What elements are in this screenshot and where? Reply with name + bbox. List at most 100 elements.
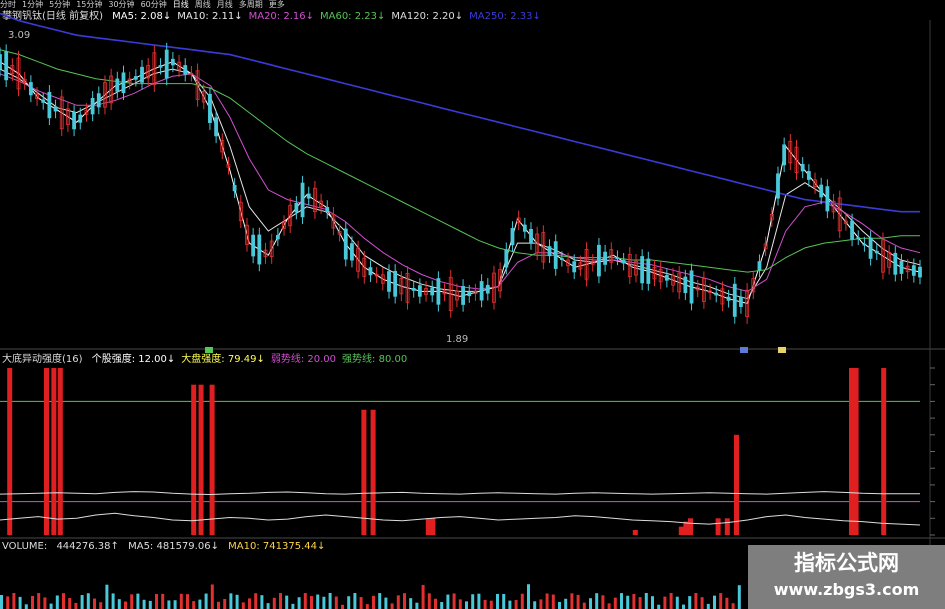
volume-bar	[372, 595, 375, 609]
candle-body	[140, 66, 144, 83]
candle-body	[911, 265, 916, 276]
candle-body	[862, 243, 867, 246]
candle-body	[868, 237, 873, 259]
signal-bar	[683, 521, 689, 535]
watermark-url: www.zbgs3.com	[773, 580, 920, 599]
ma-line-ma20	[0, 73, 921, 292]
candle-body	[170, 58, 175, 66]
candle-body	[553, 241, 558, 269]
ma-line-ma250	[0, 12, 920, 213]
volume-bar	[669, 593, 673, 609]
volume-bar	[365, 604, 369, 609]
volume-bar	[378, 593, 382, 609]
candle-body	[183, 65, 188, 75]
candle-body	[893, 252, 898, 275]
candle-body	[856, 237, 861, 240]
candle-body	[306, 193, 311, 199]
volume-bar	[632, 594, 636, 609]
volume-bar	[74, 602, 78, 609]
candle-body	[850, 220, 854, 240]
candle-body	[510, 228, 515, 246]
volume-bar	[322, 596, 326, 609]
volume-bar	[533, 601, 537, 609]
volume-bar	[601, 595, 605, 609]
signal-bar	[853, 368, 859, 535]
candle-body	[115, 78, 120, 92]
signal-bar	[191, 384, 197, 535]
volume-bar	[353, 593, 357, 609]
volume-bar	[223, 598, 227, 609]
volume-bar	[675, 596, 679, 609]
candle-body	[0, 54, 2, 70]
candle-body	[479, 281, 484, 301]
candle-body	[96, 93, 101, 108]
candle-body	[325, 207, 330, 212]
candle-body	[251, 234, 256, 257]
volume-bar	[161, 593, 165, 609]
candle-body	[158, 65, 163, 68]
volume-bar	[520, 593, 524, 609]
volume-bar	[198, 599, 202, 609]
candle-body	[393, 270, 398, 297]
volume-bar	[99, 602, 103, 609]
candle-body	[121, 72, 126, 94]
volume-bar	[576, 594, 580, 609]
volume-bar	[390, 603, 394, 609]
volume-bar	[415, 602, 419, 609]
volume-bar	[706, 603, 710, 609]
candle-body	[806, 171, 811, 180]
volume-bar	[489, 600, 493, 609]
volume-bar	[657, 604, 661, 609]
candle-body	[732, 283, 737, 317]
candle-body	[559, 258, 564, 260]
volume-bar	[93, 598, 96, 609]
candle-body	[300, 182, 305, 218]
candle-body	[350, 243, 354, 261]
ma-line-ma60	[0, 49, 920, 273]
volume-bar	[607, 603, 611, 609]
volume-bar	[142, 599, 146, 609]
signal-marker	[778, 347, 786, 353]
volume-bar	[700, 597, 704, 609]
volume-bar	[564, 598, 568, 609]
buy-marker	[205, 347, 213, 353]
candle-body	[683, 276, 688, 294]
signal-bar	[7, 368, 13, 535]
candle-body	[776, 173, 780, 199]
candle-body	[214, 117, 219, 137]
signal-bar	[425, 518, 431, 535]
signal-bar	[44, 368, 49, 535]
candle-body	[874, 250, 879, 254]
candle-body	[47, 91, 52, 119]
volume-bar	[241, 602, 245, 609]
volume-bar	[477, 593, 481, 609]
candle-body	[529, 228, 533, 243]
candle-body	[4, 51, 9, 81]
volume-bar	[384, 597, 388, 609]
volume-bar	[347, 596, 351, 609]
candle-body	[800, 163, 805, 172]
candle-body	[294, 202, 299, 213]
candle-body	[664, 275, 669, 281]
volume-bar	[68, 597, 72, 609]
volume-bar	[248, 598, 251, 609]
candle-body	[640, 256, 645, 284]
volume-bar	[725, 597, 729, 609]
volume-bar	[558, 601, 561, 609]
volume-bar	[43, 597, 47, 609]
volume-bar	[217, 601, 220, 609]
candle-body	[621, 259, 626, 264]
chart-window: 分时 1分钟 5分钟 15分钟 30分钟 60分钟 日线 周线 月线 多周期 更多 攀钢钒钛(日线 …	[0, 0, 945, 609]
signal-bar	[715, 518, 721, 535]
candle-body	[164, 49, 169, 79]
volume-bar	[452, 593, 456, 609]
volume-bar	[204, 593, 208, 609]
volume-bar	[688, 596, 692, 609]
volume-bar	[496, 593, 499, 609]
volume-bar	[465, 601, 468, 609]
ma-line-ma10	[0, 68, 921, 300]
volume-bar	[713, 595, 716, 609]
candle-body	[485, 284, 490, 294]
volume-bar	[272, 597, 276, 609]
candle-body	[726, 296, 731, 301]
